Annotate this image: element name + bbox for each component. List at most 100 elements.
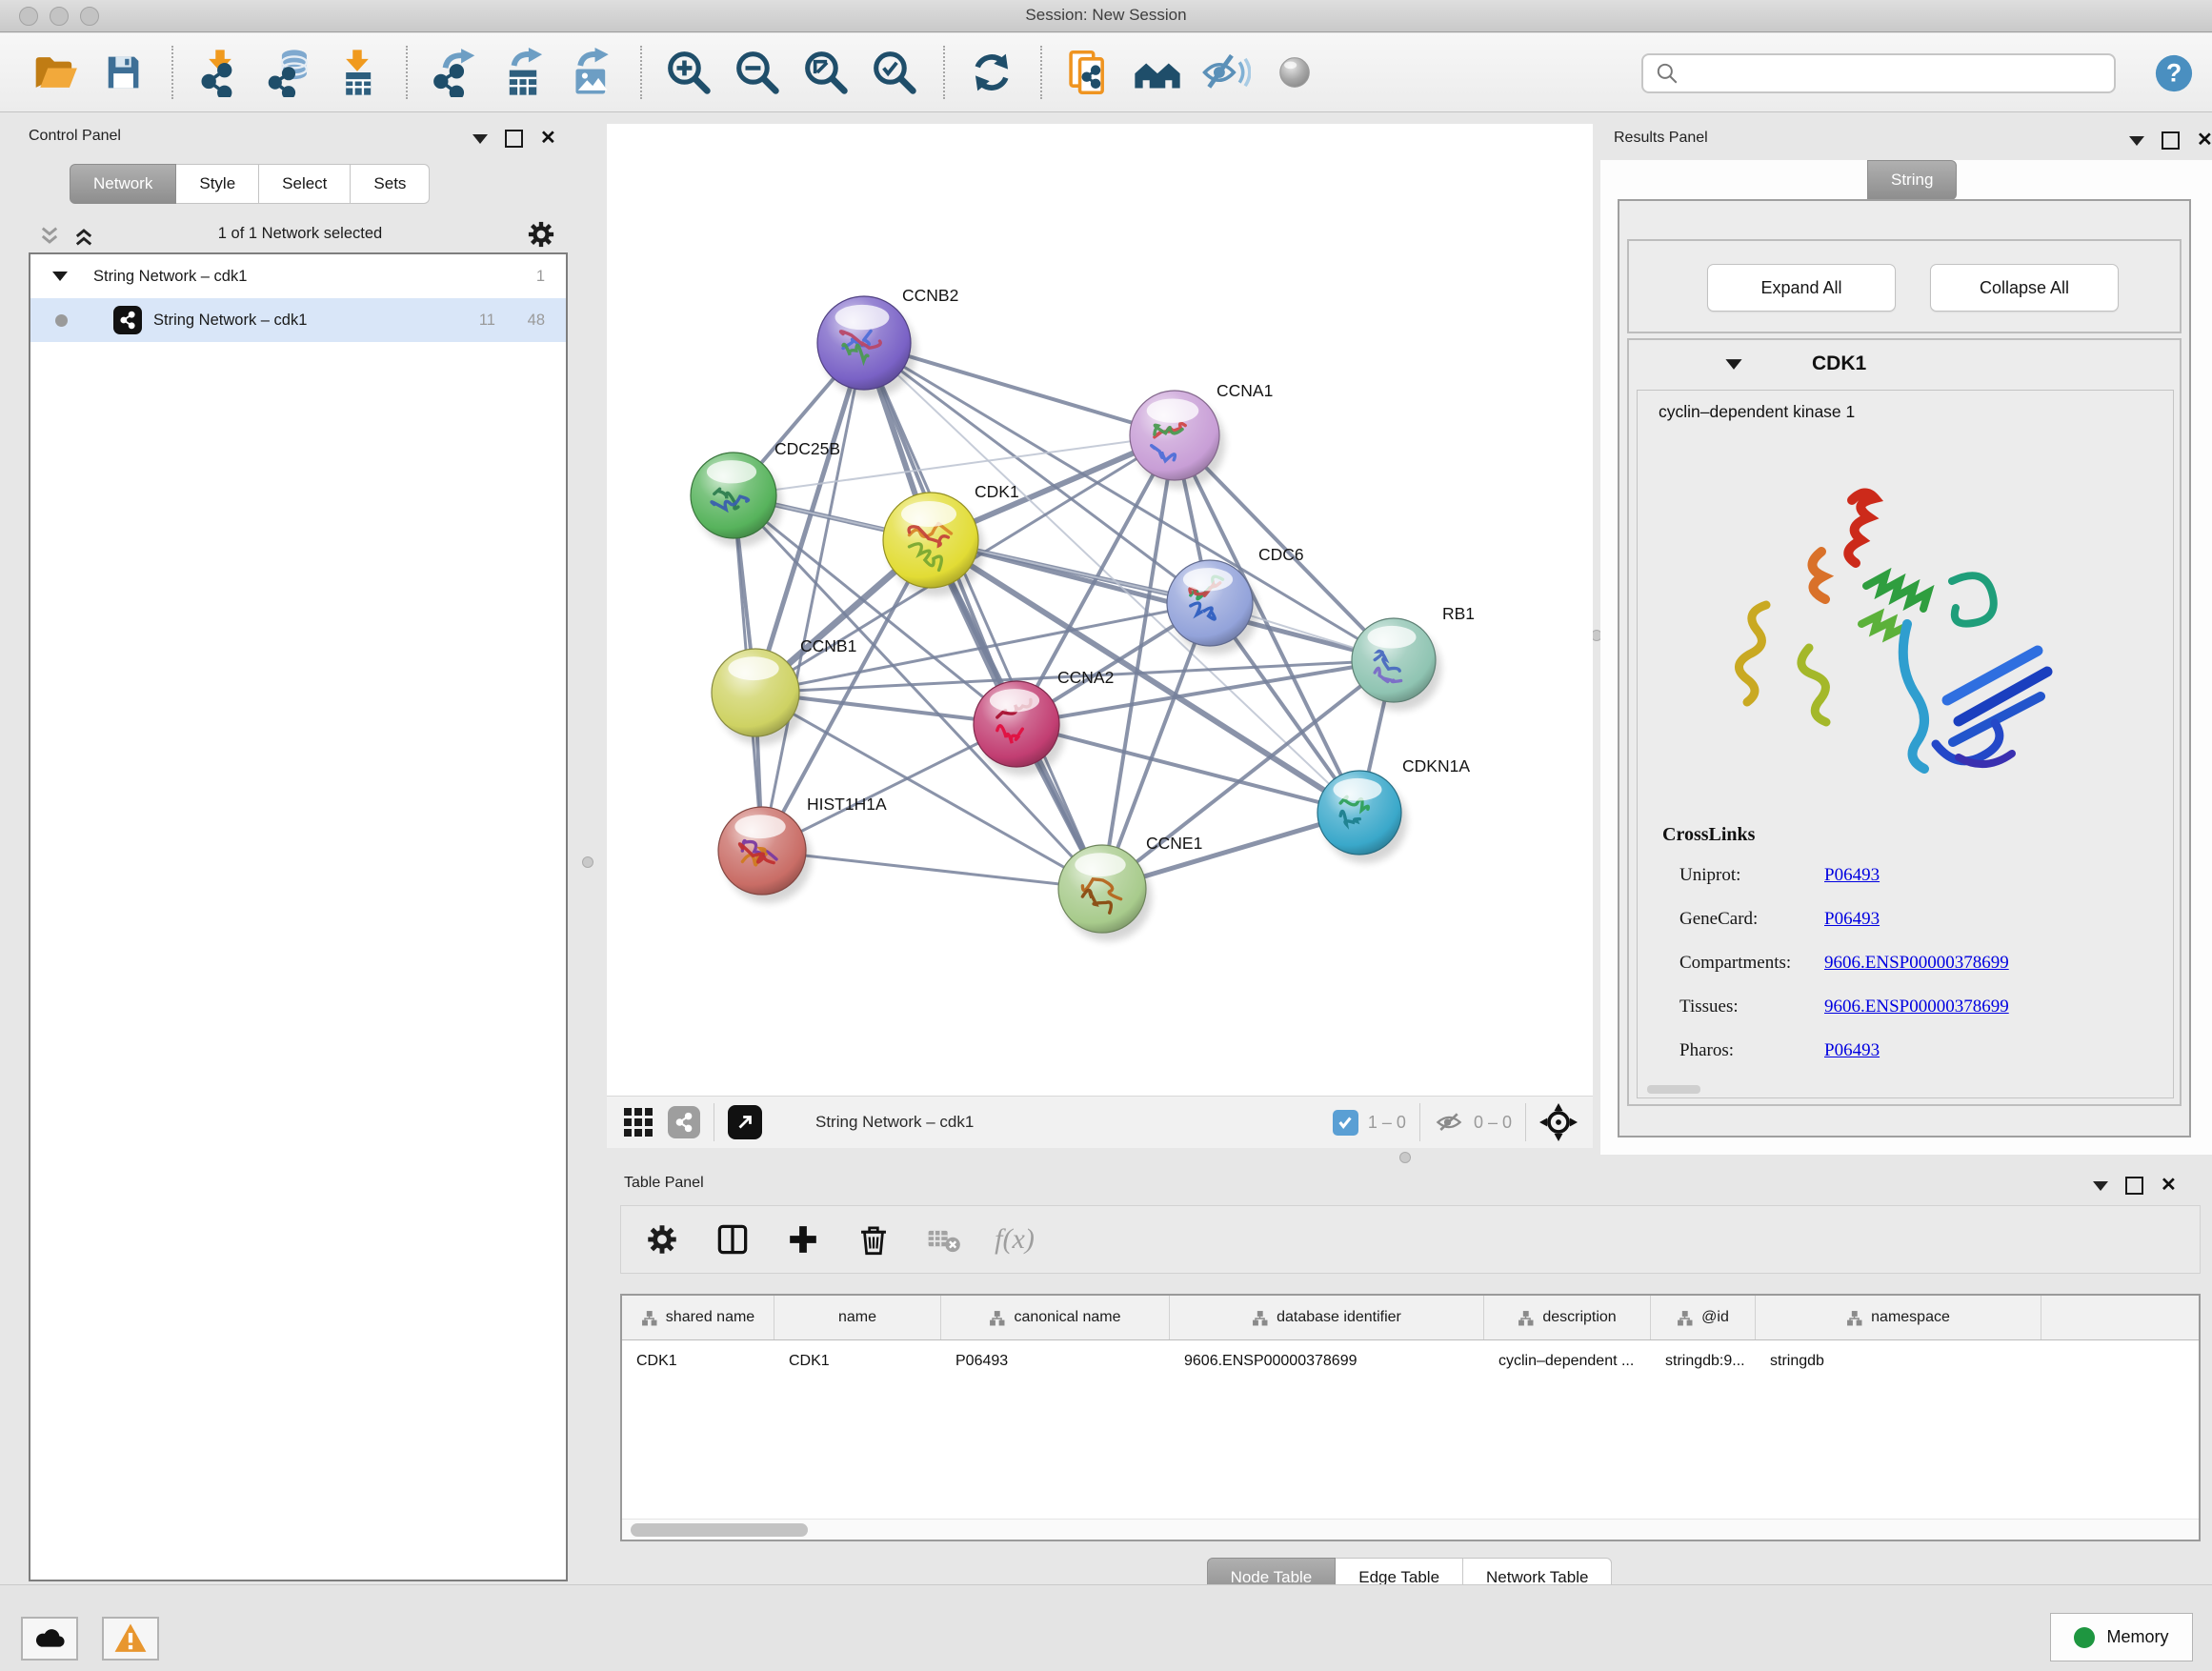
cloud-button[interactable] xyxy=(21,1617,78,1661)
table-cell[interactable]: 9606.ENSP00000378699 xyxy=(1170,1353,1484,1370)
column-header-description[interactable]: description xyxy=(1484,1296,1651,1339)
column-header-shared-name[interactable]: shared name xyxy=(622,1296,774,1339)
save-session-icon[interactable] xyxy=(95,42,151,103)
column-header-canonical-name[interactable]: canonical name xyxy=(941,1296,1170,1339)
table-cell[interactable]: stringdb:9... xyxy=(1651,1353,1756,1370)
delete-table-icon xyxy=(916,1212,972,1267)
crosslink-link[interactable]: P06493 xyxy=(1824,909,1880,930)
search-input[interactable] xyxy=(1679,63,2114,84)
scrollbar-thumb[interactable] xyxy=(631,1523,808,1537)
create-column-icon[interactable] xyxy=(775,1212,831,1267)
selected-counts: 1 – 0 xyxy=(1368,1113,1406,1133)
column-header-name[interactable]: name xyxy=(774,1296,941,1339)
table-header-row: shared namenamecanonical namedatabase id… xyxy=(622,1296,2199,1340)
protein-description: cyclin–dependent kinase 1 xyxy=(1659,402,1855,422)
vertical-splitter-handle[interactable] xyxy=(582,856,593,868)
column-header-database-identifier[interactable]: database identifier xyxy=(1170,1296,1484,1339)
network-node-count: 11 xyxy=(479,312,495,330)
panel-close-icon[interactable]: ✕ xyxy=(2161,1178,2177,1193)
network-row[interactable]: String Network – cdk1 11 48 xyxy=(30,298,566,342)
share-view-icon[interactable] xyxy=(668,1106,700,1138)
network-options-gear-icon[interactable] xyxy=(526,219,556,250)
zoom-in-icon[interactable] xyxy=(661,42,716,103)
entry-collapse-icon[interactable] xyxy=(1724,357,1743,372)
control-panel-tabs: NetworkStyleSelectSets xyxy=(70,164,430,204)
expand-all-button[interactable]: Expand All xyxy=(1707,264,1896,312)
panel-menu-icon[interactable] xyxy=(473,134,488,144)
export-network-icon[interactable] xyxy=(427,42,482,103)
tab-network[interactable]: Network xyxy=(70,164,176,204)
help-icon[interactable]: ? xyxy=(2154,53,2194,93)
export-image-icon[interactable] xyxy=(564,42,619,103)
table-row[interactable]: CDK1CDK1P064939606.ENSP00000378699cyclin… xyxy=(622,1340,2199,1382)
panel-menu-icon[interactable] xyxy=(2129,136,2144,146)
results-scrollbar-thumb[interactable] xyxy=(1647,1085,1700,1094)
panel-close-icon[interactable]: ✕ xyxy=(2197,133,2212,148)
import-network-file-icon[interactable] xyxy=(192,42,248,103)
memory-button[interactable]: Memory xyxy=(2050,1613,2193,1661)
table-cell[interactable]: P06493 xyxy=(941,1353,1170,1370)
table-options-gear-icon[interactable] xyxy=(634,1212,690,1267)
panel-close-icon[interactable]: ✕ xyxy=(540,131,556,146)
crosslinks-heading: CrossLinks xyxy=(1662,824,1755,846)
show-columns-icon[interactable] xyxy=(705,1212,760,1267)
svg-text:?: ? xyxy=(2166,59,2182,88)
network-status-dot xyxy=(55,314,68,327)
protein-name: CDK1 xyxy=(1812,352,1866,375)
memory-status-dot xyxy=(2074,1627,2095,1648)
table-cell[interactable]: CDK1 xyxy=(774,1353,941,1370)
tab-style[interactable]: Style xyxy=(176,164,259,204)
column-header-namespace[interactable]: namespace xyxy=(1756,1296,2041,1339)
refresh-icon[interactable] xyxy=(964,42,1019,103)
birds-eye-crosshair-icon[interactable] xyxy=(1539,1103,1578,1141)
collection-name: String Network – cdk1 xyxy=(93,268,247,286)
table-cell[interactable]: cyclin–dependent ... xyxy=(1484,1353,1651,1370)
export-table-icon[interactable] xyxy=(495,42,551,103)
string-network-icon xyxy=(113,306,142,334)
crosslink-link[interactable]: P06493 xyxy=(1824,865,1880,886)
table-cell[interactable]: CDK1 xyxy=(622,1353,774,1370)
crosslink-link[interactable]: 9606.ENSP00000378699 xyxy=(1824,997,2009,1017)
grid-view-icon[interactable] xyxy=(622,1106,654,1138)
warnings-button[interactable] xyxy=(102,1617,159,1661)
zoom-selected-icon[interactable] xyxy=(867,42,922,103)
tree-expand-icon[interactable] xyxy=(51,270,69,283)
zoom-out-icon[interactable] xyxy=(730,42,785,103)
zoom-fit-icon[interactable] xyxy=(798,42,854,103)
import-network-database-icon[interactable] xyxy=(261,42,316,103)
string-results-container: Expand All Collapse All CDK1 cyclin–depe… xyxy=(1618,199,2191,1137)
crosslink-row: Pharos: P06493 xyxy=(1679,1040,2156,1061)
open-session-icon[interactable] xyxy=(27,42,82,103)
panel-float-icon[interactable] xyxy=(2125,1177,2143,1195)
crosslink-link[interactable]: P06493 xyxy=(1824,1040,1880,1061)
network-canvas[interactable]: CCNB2CCNA1CDC25BCDK1CDC6RB1CCNB1CCNA2CDK… xyxy=(607,124,1593,1096)
window-title: Session: New Session xyxy=(0,6,2212,25)
hide-selected-eye-icon[interactable] xyxy=(1198,42,1254,103)
toolbar-separator xyxy=(1525,1103,1526,1141)
svg-text:CDK1: CDK1 xyxy=(975,482,1019,501)
tab-sets[interactable]: Sets xyxy=(351,164,430,204)
network-view-toolbar: String Network – cdk1 1 – 0 0 – 0 xyxy=(607,1096,1593,1148)
table-cell[interactable]: stringdb xyxy=(1756,1353,2041,1370)
search-field[interactable] xyxy=(1641,53,2116,93)
string-document-icon[interactable] xyxy=(1061,42,1116,103)
tab-select[interactable]: Select xyxy=(259,164,351,204)
import-table-file-icon[interactable] xyxy=(330,42,385,103)
crosslink-link[interactable]: 9606.ENSP00000378699 xyxy=(1824,953,2009,974)
network-collection-row[interactable]: String Network – cdk1 1 xyxy=(30,254,566,298)
horizontal-splitter-handle[interactable] xyxy=(1399,1152,1411,1163)
selected-checkbox-icon[interactable] xyxy=(1333,1110,1358,1136)
protein-entry-header[interactable]: CDK1 xyxy=(1629,340,2180,388)
table-horizontal-scrollbar[interactable] xyxy=(622,1519,2199,1540)
crosslink-label: Pharos: xyxy=(1679,1040,1734,1060)
panel-menu-icon[interactable] xyxy=(2093,1181,2108,1191)
column-header-id[interactable]: @id xyxy=(1651,1296,1756,1339)
network-home-icon[interactable] xyxy=(1130,42,1185,103)
panel-float-icon[interactable] xyxy=(505,130,523,148)
collapse-all-button[interactable]: Collapse All xyxy=(1930,264,2119,312)
panel-float-icon[interactable] xyxy=(2162,131,2180,150)
delete-column-trash-icon[interactable] xyxy=(846,1212,901,1267)
preview-orb-icon[interactable] xyxy=(1267,42,1322,103)
open-in-window-icon[interactable] xyxy=(728,1105,762,1139)
tab-string[interactable]: String xyxy=(1867,160,1957,200)
